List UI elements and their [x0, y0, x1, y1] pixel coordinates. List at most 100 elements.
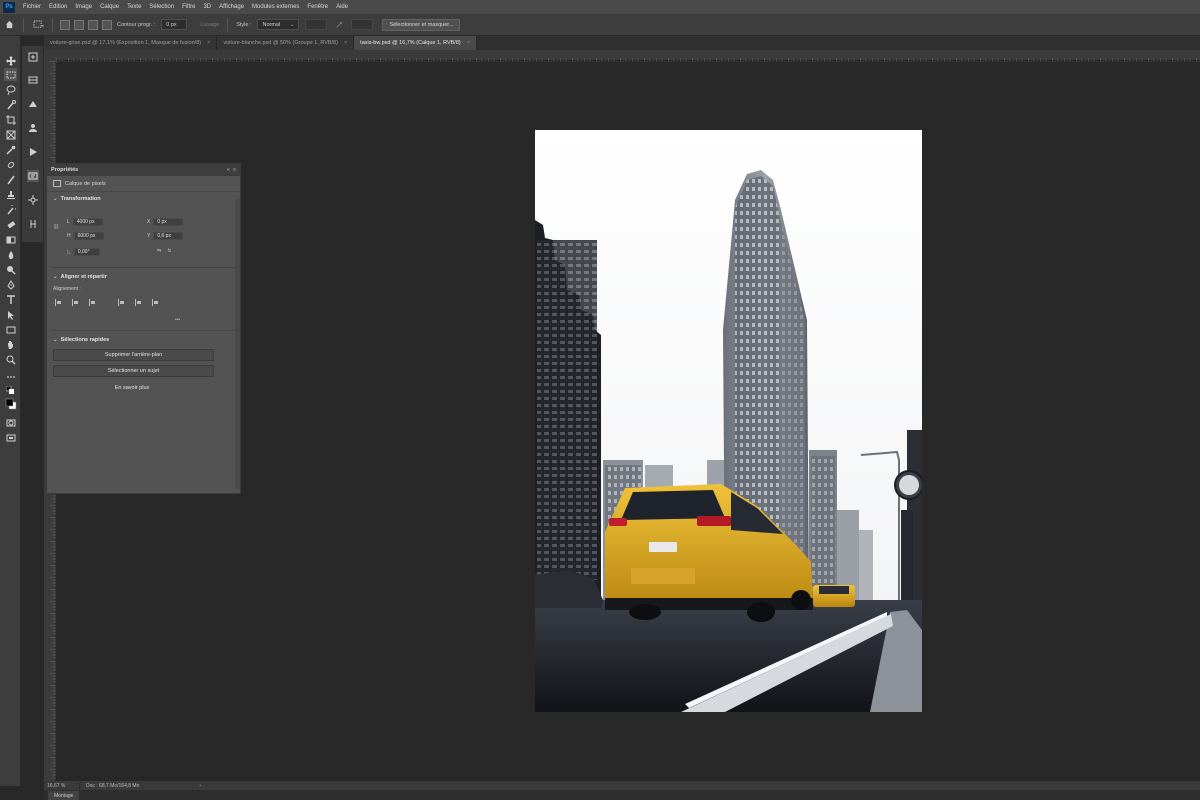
feather-input[interactable]: 0 px — [161, 19, 188, 30]
smooth-checkbox-label[interactable]: Lissage — [200, 22, 219, 28]
libraries-panel-icon[interactable] — [27, 98, 39, 110]
marquee-preset-icon[interactable] — [32, 19, 44, 31]
history-brush-tool-icon[interactable] — [4, 203, 17, 216]
menu-filtre[interactable]: Filtre — [178, 4, 199, 10]
marquee-tool-icon[interactable] — [4, 68, 17, 81]
flip-horizontal-icon[interactable]: ⇆ — [157, 248, 161, 254]
tab-taxis-bw[interactable]: taxis-bw.psd @ 16,7% (Calque 1, RVB/8) × — [354, 36, 477, 50]
eraser-tool-icon[interactable] — [4, 218, 17, 231]
blur-tool-icon[interactable] — [4, 248, 17, 261]
menu-aide[interactable]: Aide — [332, 4, 352, 10]
horizontal-ruler[interactable] — [56, 50, 1200, 63]
align-right-icon[interactable] — [89, 299, 96, 306]
quick-selection-tool-icon[interactable] — [4, 98, 17, 111]
panel-scrollbar[interactable] — [235, 199, 240, 489]
add-selection-icon[interactable] — [74, 19, 84, 30]
menu-image[interactable]: Image — [71, 4, 96, 10]
ruler-origin[interactable] — [44, 50, 56, 61]
healing-brush-tool-icon[interactable] — [4, 158, 17, 171]
clone-stamp-tool-icon[interactable] — [4, 188, 17, 201]
properties-panel-icon[interactable] — [27, 170, 39, 182]
rectangle-tool-icon[interactable] — [4, 323, 17, 336]
swap-icon[interactable] — [333, 19, 345, 31]
close-icon[interactable]: × — [207, 40, 210, 46]
x-input[interactable]: 0 px — [153, 218, 184, 226]
menu-affichage[interactable]: Affichage — [215, 4, 248, 10]
more-options-button[interactable]: ••• — [175, 317, 180, 323]
lasso-tool-icon[interactable] — [4, 83, 17, 96]
actions-panel-icon[interactable] — [27, 146, 39, 158]
align-top-icon[interactable] — [118, 299, 125, 306]
link-dimensions-icon[interactable]: ⛓ — [53, 224, 59, 230]
adjustments-panel-icon[interactable] — [27, 194, 39, 206]
menu-fichier[interactable]: Fichier — [19, 4, 45, 10]
subtract-selection-icon[interactable] — [88, 19, 98, 30]
panel-menu-icon[interactable]: ≡ — [233, 167, 236, 173]
status-menu-arrow-icon[interactable]: › — [199, 783, 201, 789]
align-center-horizontal-icon[interactable] — [72, 299, 79, 306]
remove-background-button[interactable]: Supprimer l'arrière-plan — [53, 349, 214, 361]
menu-fenetre[interactable]: Fenêtre — [303, 4, 332, 10]
new-selection-icon[interactable] — [60, 19, 70, 30]
separator — [227, 17, 229, 32]
menu-modules-externes[interactable]: Modules externes — [248, 4, 303, 10]
crop-tool-icon[interactable] — [4, 113, 17, 126]
move-tool-icon[interactable] — [4, 54, 17, 67]
align-left-icon[interactable] — [55, 299, 62, 306]
dodge-tool-icon[interactable] — [4, 263, 17, 276]
taxi-city-photo — [535, 130, 922, 712]
plugins-panel-icon[interactable] — [27, 218, 39, 230]
hand-tool-icon[interactable] — [4, 338, 17, 351]
alignment-label: Alignement : — [53, 286, 81, 292]
home-icon[interactable] — [3, 19, 15, 31]
align-section-header[interactable]: ⌄ Aligner et répartir — [47, 270, 113, 282]
eyedropper-tool-icon[interactable] — [4, 143, 17, 156]
document-image[interactable] — [535, 130, 922, 712]
people-panel-icon[interactable] — [27, 122, 39, 134]
menu-bar: Ps Fichier Edition Image Calque Texte Sé… — [0, 0, 1200, 14]
align-middle-vertical-icon[interactable] — [135, 299, 142, 306]
gradient-tool-icon[interactable] — [4, 233, 17, 246]
width-input[interactable]: 4000 px — [72, 218, 103, 226]
history-panel-icon[interactable] — [27, 51, 39, 63]
menu-texte[interactable]: Texte — [123, 4, 145, 10]
tab-label: taxis-bw.psd @ 16,7% (Calque 1, RVB/8) — [360, 40, 461, 46]
menu-calque[interactable]: Calque — [96, 4, 123, 10]
timeline-tab[interactable]: Montage — [48, 791, 80, 800]
frame-tool-icon[interactable] — [4, 128, 17, 141]
brush-tool-icon[interactable] — [4, 173, 17, 186]
color-swatches-icon[interactable] — [4, 396, 17, 412]
height-input[interactable] — [351, 19, 374, 30]
type-tool-icon[interactable] — [4, 293, 17, 306]
height-input[interactable]: 6000 px — [73, 232, 104, 240]
width-input[interactable] — [305, 19, 328, 30]
menu-selection[interactable]: Sélection — [145, 4, 178, 10]
close-icon[interactable]: × — [344, 40, 347, 46]
angle-input[interactable]: 0,00° — [73, 248, 100, 256]
screen-mode-icon[interactable] — [4, 431, 17, 444]
swatches-panel-icon[interactable] — [27, 74, 39, 86]
align-bottom-icon[interactable] — [152, 299, 159, 306]
zoom-tool-icon[interactable] — [4, 353, 17, 366]
zoom-level[interactable]: 16,67 % — [44, 782, 80, 789]
menu-edition[interactable]: Edition — [45, 4, 71, 10]
y-input[interactable]: 0,6 px — [153, 232, 184, 240]
path-selection-tool-icon[interactable] — [4, 308, 17, 321]
transform-section-header[interactable]: ⌄ Transformation — [47, 192, 240, 204]
select-and-mask-button[interactable]: Sélectionner et masquer... — [382, 18, 461, 31]
close-icon[interactable]: × — [467, 40, 470, 46]
flip-vertical-icon[interactable]: ⇅ — [167, 248, 171, 254]
learn-more-link[interactable]: En savoir plus — [47, 385, 217, 391]
tab-voiture-grise[interactable]: voiture-grise.psd @ 17,1% (Exposition 1,… — [44, 36, 218, 50]
style-select[interactable]: Normal ⌄ — [257, 19, 300, 30]
pen-tool-icon[interactable] — [4, 278, 17, 291]
menu-3d[interactable]: 3D — [199, 4, 215, 10]
tab-label: voiture-blanche.psd @ 50% (Groupe 1, RVB… — [223, 40, 338, 46]
tab-voiture-blanche[interactable]: voiture-blanche.psd @ 50% (Groupe 1, RVB… — [217, 36, 355, 50]
quick-mask-icon[interactable] — [4, 416, 17, 429]
quick-selections-header[interactable]: ⌄ Sélections rapides — [47, 333, 115, 345]
more-tools-icon[interactable] — [4, 370, 17, 383]
intersect-selection-icon[interactable] — [102, 19, 112, 30]
collapse-icon[interactable]: « — [227, 167, 230, 173]
select-subject-button[interactable]: Sélectionner un sujet — [53, 365, 214, 377]
